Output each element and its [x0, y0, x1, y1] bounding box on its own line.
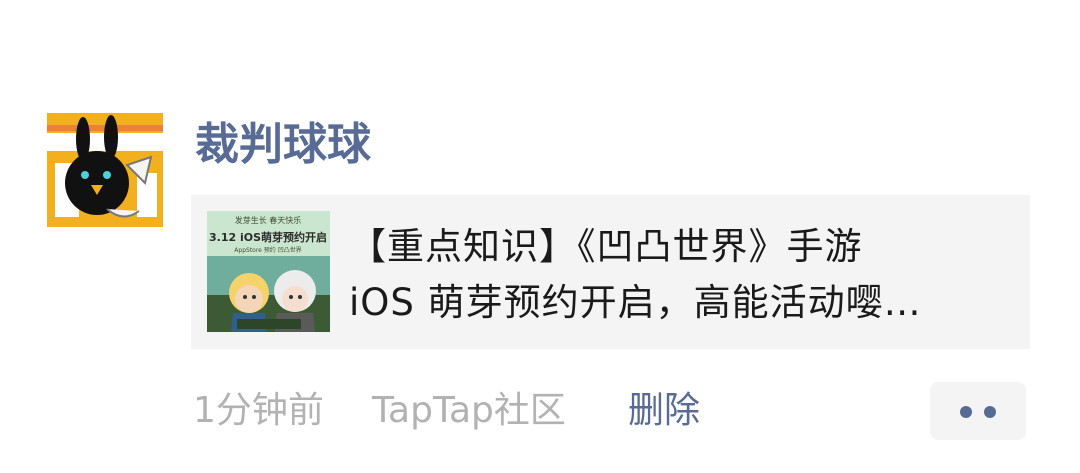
link-title: 【重点知识】《凹凸世界》手游 iOS 萌芽预约开启，高能活动嘤… — [349, 219, 1011, 331]
link-title-line: iOS 萌芽预约开启，高能活动嘤… — [349, 281, 922, 324]
author-name[interactable]: 裁判球球 — [195, 117, 371, 173]
cartoon-rabbit-avatar-icon — [47, 113, 163, 227]
thumbnail-footer: AppStore 预约 凹凸世界 — [234, 246, 301, 254]
post-time: 1分钟前 — [193, 390, 324, 431]
more-dots-icon — [960, 406, 972, 418]
link-thumbnail-image: 发芽生长 春天快乐 3.12 iOS萌芽预约开启 AppStore 预约 凹凸世… — [207, 211, 330, 332]
shared-link-card[interactable]: 发芽生长 春天快乐 3.12 iOS萌芽预约开启 AppStore 预约 凹凸世… — [191, 195, 1030, 349]
more-dots-icon — [984, 406, 996, 418]
more-button[interactable] — [930, 382, 1026, 440]
link-thumbnail: 发芽生长 春天快乐 3.12 iOS萌芽预约开启 AppStore 预约 凹凸世… — [207, 211, 330, 332]
thumbnail-slogan: 发芽生长 春天快乐 — [235, 215, 302, 225]
delete-button[interactable]: 删除 — [628, 386, 700, 436]
link-title-line: 【重点知识】《凹凸世界》手游 — [349, 225, 863, 268]
avatar[interactable] — [47, 113, 163, 227]
post-source[interactable]: TapTap社区 — [372, 386, 566, 436]
thumbnail-headline: 3.12 iOS萌芽预约开启 — [209, 230, 327, 244]
